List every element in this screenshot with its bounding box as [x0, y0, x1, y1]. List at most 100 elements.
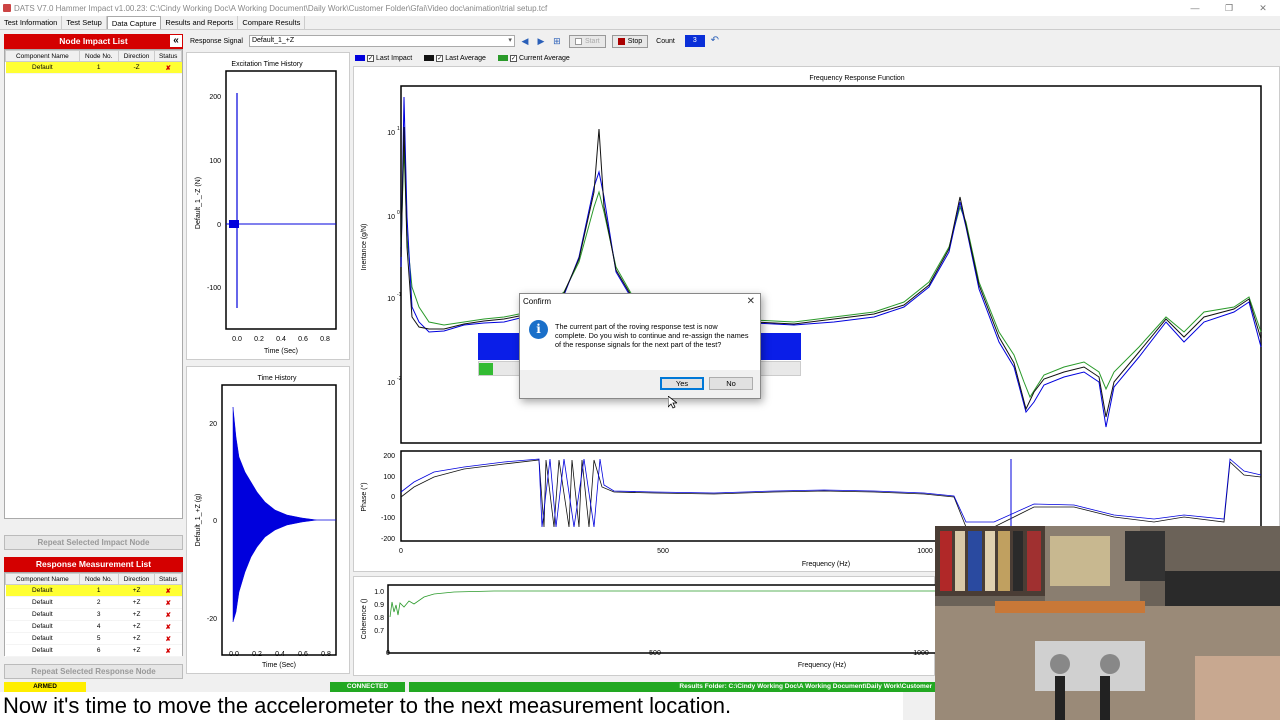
minimize-icon[interactable]: — — [1178, 0, 1212, 16]
y-tick: 1.0 — [374, 589, 384, 596]
y-tick: 10 — [387, 214, 395, 221]
cell-node: 3 — [79, 608, 119, 621]
table-row[interactable]: Default 3 +Z ✘ — [5, 608, 182, 621]
tab-test-information[interactable]: Test Information — [0, 16, 63, 29]
status-x-icon: ✘ — [154, 596, 182, 609]
stop-icon — [617, 37, 625, 45]
chart-title: Time History — [257, 375, 297, 382]
collapse-icon[interactable]: « — [170, 35, 182, 47]
y-tick: 0 — [217, 222, 221, 229]
start-label: Start — [584, 37, 600, 45]
x-tick: 0.4 — [276, 336, 286, 343]
status-x-icon: ✘ — [154, 608, 182, 621]
x-axis-label: Time (Sec) — [262, 662, 296, 669]
main-tabs: Test Information Test Setup Data Capture… — [0, 16, 1280, 30]
coherence-chart: 1.0 0.9 0.8 0.7 0 500 1000 Frequency (Hz… — [361, 584, 937, 669]
table-row[interactable]: Default 1 -Z ✘ — [5, 61, 182, 74]
cell-component: Default — [5, 632, 80, 645]
plot-frame — [225, 70, 337, 330]
table-row[interactable]: Default 5 +Z ✘ — [5, 632, 182, 645]
x-tick: 1000 — [917, 548, 933, 555]
tab-data-capture[interactable]: Data Capture — [106, 16, 162, 29]
close-icon[interactable]: ✕ — [1246, 0, 1280, 16]
table-row[interactable]: Default 2 +Z ✘ — [5, 596, 182, 609]
checkbox-icon[interactable]: ✓ — [436, 54, 444, 62]
connection-status: CONNECTED — [330, 682, 405, 692]
chart-legend: ✓ Last Impact ✓ Last Average ✓ Current A… — [355, 53, 570, 63]
x-tick: 500 — [649, 650, 661, 657]
capture-toolbar: Response Signal Default_1_+Z ▾ ◀ ▶ ⊞ Sta… — [186, 33, 1280, 49]
dialog-message: The current part of the roving response … — [555, 322, 749, 349]
dialog-titlebar: Confirm ✕ — [520, 294, 760, 310]
chart-title: Excitation Time History — [231, 61, 303, 68]
y-tick: 200 — [209, 94, 221, 101]
stop-button[interactable]: Stop — [611, 34, 649, 48]
excitation-chart-panel: Excitation Time History 200 100 0 -100 0… — [186, 52, 350, 360]
y-tick-exponent: -2 — [397, 376, 402, 382]
y-axis-label: Default_1_-Z (N) — [195, 177, 202, 229]
chart-title: Frequency Response Function — [809, 75, 904, 82]
x-tick: 0 — [399, 548, 403, 555]
start-button[interactable]: Start — [568, 34, 606, 48]
x-tick: 0.2 — [252, 651, 262, 658]
y-tick: -100 — [381, 515, 395, 522]
tab-test-setup[interactable]: Test Setup — [62, 16, 107, 29]
y-tick: -100 — [207, 285, 221, 292]
checkbox-icon[interactable]: ✓ — [509, 54, 517, 62]
cell-node: 1 — [79, 61, 119, 74]
impact-list-title: Node Impact List — [59, 36, 128, 46]
yes-button[interactable]: Yes — [660, 377, 704, 390]
tab-results-and-reports[interactable]: Results and Reports — [161, 16, 239, 29]
checkbox-icon[interactable]: ✓ — [367, 54, 374, 62]
legend-last-impact[interactable]: ✓ Last Impact — [355, 54, 412, 62]
legend-label: Last Average — [445, 54, 486, 62]
status-x-icon: ✘ — [154, 632, 182, 645]
frf-chart: Frequency Response Function 10 1 10 0 10… — [360, 75, 1262, 568]
repeat-response-node-button[interactable]: Repeat Selected Response Node — [4, 664, 183, 679]
legend-current-average[interactable]: ✓ Current Average — [497, 54, 570, 62]
column-header: Component Name — [5, 50, 80, 62]
cell-component: Default — [5, 584, 80, 597]
repeat-impact-node-button[interactable]: Repeat Selected Impact Node — [4, 535, 183, 550]
table-row[interactable]: Default 6 +Z ✘ — [5, 644, 182, 657]
legend-last-average[interactable]: ✓ Last Average — [424, 54, 486, 62]
impact-noise — [229, 220, 239, 228]
previous-icon[interactable]: ◀ — [519, 35, 531, 47]
x-tick: 0.2 — [254, 336, 264, 343]
video-caption: Now it's time to move the accelerometer … — [0, 692, 903, 720]
tab-compare-results[interactable]: Compare Results — [238, 16, 306, 29]
x-axis-label: Frequency (Hz) — [802, 561, 850, 568]
no-button[interactable]: No — [709, 377, 753, 390]
y-tick: 20 — [209, 421, 217, 428]
y-axis-label: Phase (°) — [360, 482, 368, 511]
dialog-footer: Yes No — [520, 370, 760, 398]
status-x-icon: ✘ — [154, 644, 182, 657]
start-icon — [574, 37, 582, 45]
cell-direction: +Z — [118, 620, 155, 633]
column-header: Direction — [117, 573, 156, 585]
cell-component: Default — [5, 620, 80, 633]
left-panel: Node Impact List « Component Name Node N… — [4, 34, 183, 679]
legend-swatch — [424, 55, 435, 61]
table-row[interactable]: Default 4 +Z ✘ — [5, 620, 182, 633]
maximize-icon[interactable]: ❐ — [1212, 0, 1246, 16]
response-list-header: Response Measurement List — [4, 557, 183, 572]
response-signal-select[interactable]: Default_1_+Z ▾ — [248, 35, 515, 47]
cell-direction: +Z — [118, 596, 155, 609]
excitation-chart: Excitation Time History 200 100 0 -100 0… — [195, 61, 337, 355]
coherence-chart-panel: 1.0 0.9 0.8 0.7 0 500 1000 Frequency (Hz… — [353, 576, 937, 676]
frf-chart-panel: Frequency Response Function 10 1 10 0 10… — [353, 66, 1280, 572]
status-x-icon: ✘ — [154, 584, 182, 597]
close-icon[interactable]: ✕ — [747, 294, 755, 310]
next-icon[interactable]: ▶ — [535, 35, 547, 47]
grid-icon[interactable]: ⊞ — [551, 35, 563, 47]
app-icon — [3, 4, 11, 12]
undo-icon[interactable]: ↶ — [709, 35, 721, 47]
x-tick: 0.4 — [275, 651, 285, 658]
response-signal-value: Default_1_+Z — [251, 37, 295, 44]
confirm-dialog: Confirm ✕ i The current part of the rovi… — [519, 293, 761, 399]
x-tick: 0.0 — [232, 336, 242, 343]
progress-fill — [479, 363, 493, 375]
table-row[interactable]: Default 1 +Z ✘ — [5, 584, 182, 597]
column-header: Direction — [117, 50, 156, 62]
